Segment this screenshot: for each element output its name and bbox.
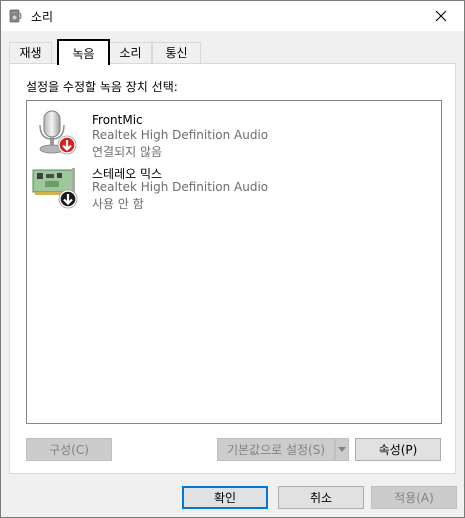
instruction-label: 설정을 수정할 녹음 장치 선택: bbox=[26, 80, 178, 94]
close-button[interactable] bbox=[418, 1, 464, 31]
device-description: Realtek High Definition Audio bbox=[92, 128, 269, 142]
red-down-arrow-icon bbox=[57, 135, 77, 155]
microphone-icon bbox=[39, 110, 77, 155]
device-item-stereo-mix[interactable]: 스테레오 믹스 Realtek High Definition Audio 사용… bbox=[31, 161, 431, 211]
device-name: FrontMic bbox=[92, 113, 143, 127]
ok-button[interactable]: 확인 bbox=[182, 486, 268, 509]
speaker-icon bbox=[9, 9, 22, 23]
device-status: 사용 안 함 bbox=[92, 197, 144, 211]
window-title: 소리 bbox=[31, 10, 54, 24]
title-bar[interactable]: 소리 bbox=[1, 1, 464, 31]
black-down-arrow-icon bbox=[58, 189, 78, 209]
set-default-button[interactable]: 기본값으로 설정(S) bbox=[217, 438, 335, 461]
set-default-dropdown[interactable] bbox=[335, 438, 349, 461]
close-icon bbox=[435, 10, 447, 22]
sound-card-icon bbox=[32, 168, 78, 209]
sound-dialog: 소리 재생 녹음 소리 통신 설정을 수정할 녹음 장치 선택: FrontMi… bbox=[0, 0, 465, 518]
recording-panel: 설정을 수정할 녹음 장치 선택: FrontMic Realtek High … bbox=[9, 63, 456, 474]
cancel-button[interactable]: 취소 bbox=[278, 486, 364, 509]
device-item-frontmic[interactable]: FrontMic Realtek High Definition Audio 연… bbox=[31, 109, 431, 159]
properties-button[interactable]: 속성(P) bbox=[355, 438, 441, 461]
tab-recording[interactable]: 녹음 bbox=[57, 39, 110, 65]
device-list[interactable]: FrontMic Realtek High Definition Audio 연… bbox=[26, 100, 442, 424]
tab-communications[interactable]: 통신 bbox=[152, 42, 201, 63]
tab-playback[interactable]: 재생 bbox=[9, 42, 52, 63]
apply-button[interactable]: 적용(A) bbox=[371, 486, 457, 509]
tab-sounds[interactable]: 소리 bbox=[109, 42, 152, 63]
configure-button[interactable]: 구성(C) bbox=[26, 438, 112, 461]
device-status: 연결되지 않음 bbox=[92, 145, 163, 159]
chevron-down-icon bbox=[338, 447, 346, 452]
device-description: Realtek High Definition Audio bbox=[92, 180, 269, 194]
